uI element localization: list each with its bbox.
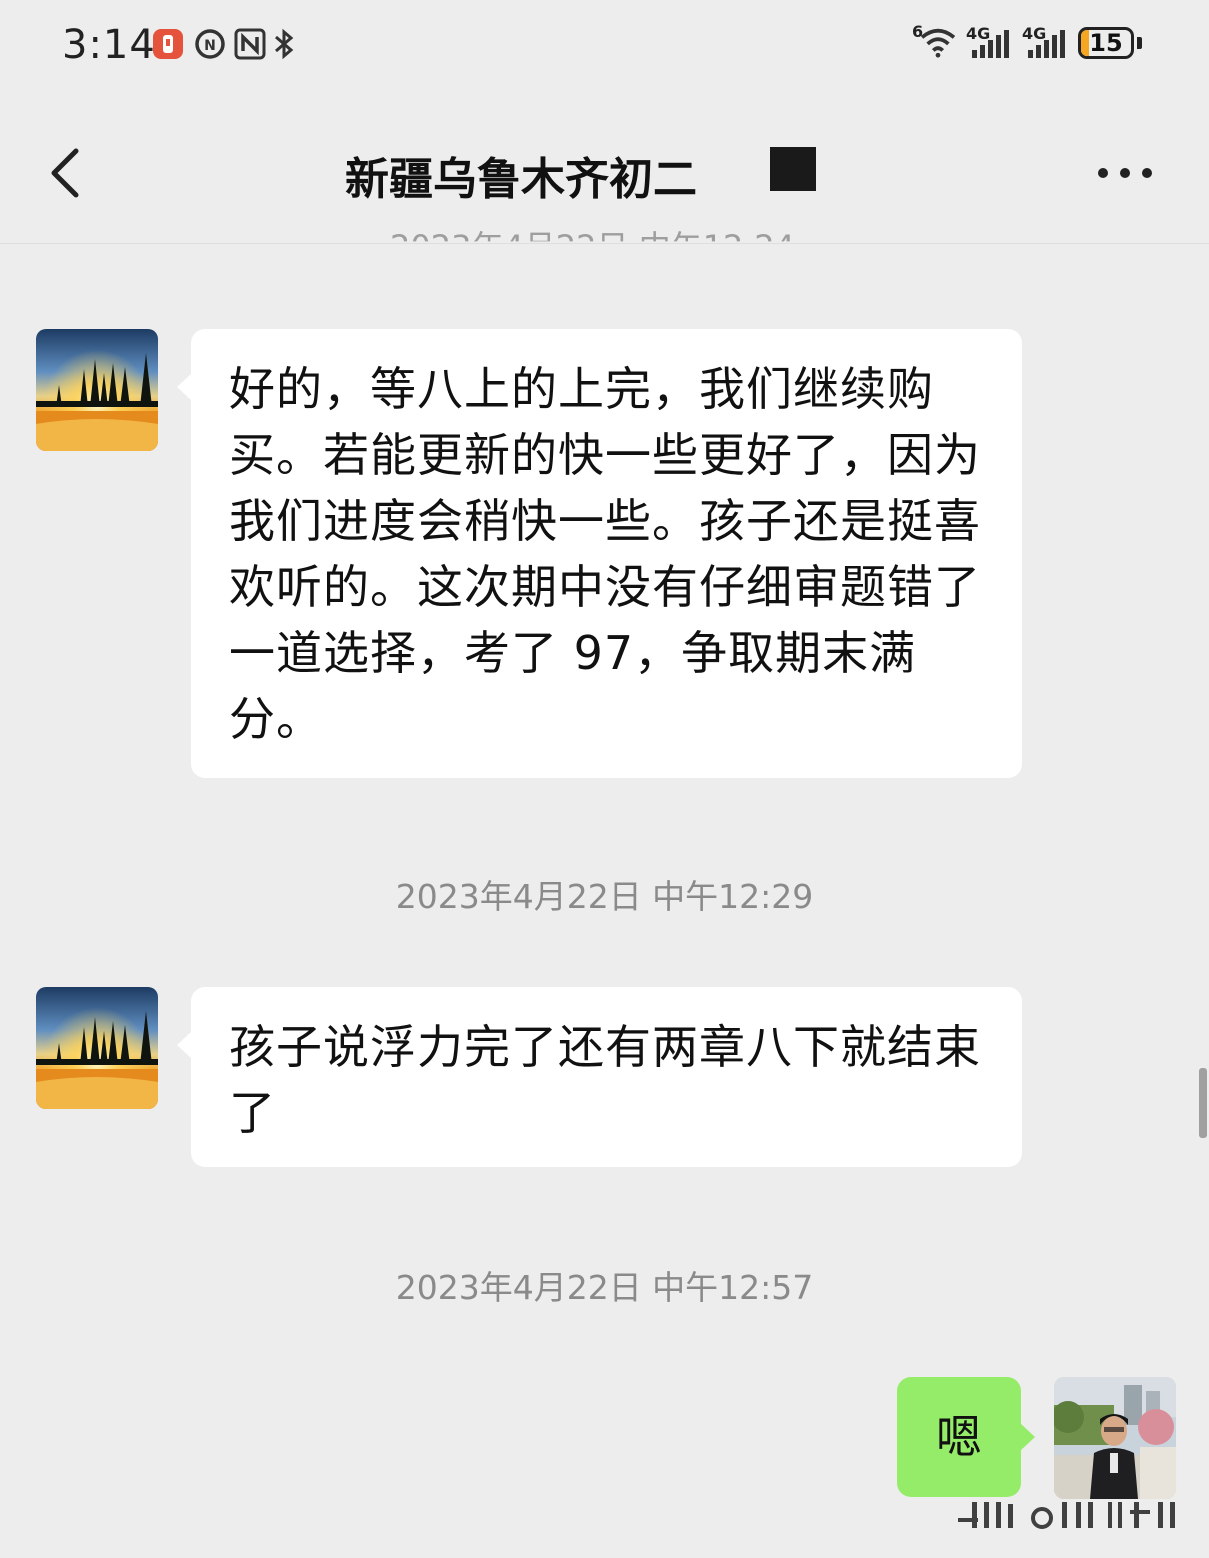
chevron-left-icon[interactable] xyxy=(40,143,100,203)
contact-avatar[interactable] xyxy=(36,329,158,451)
message-text: 嗯 xyxy=(936,1410,982,1464)
nfc-icon xyxy=(234,28,266,60)
svg-text:N: N xyxy=(204,38,216,54)
battery-tip xyxy=(1137,37,1142,49)
redaction-block xyxy=(770,147,816,191)
signal-icon xyxy=(972,30,1009,58)
message-timestamp: 2023年4月22日 中午12:29 xyxy=(395,877,814,916)
watermark-glyph xyxy=(958,1502,1175,1529)
self-avatar[interactable] xyxy=(1054,1377,1176,1499)
more-dots-icon[interactable] xyxy=(1090,155,1160,191)
status-time: 3:14 xyxy=(62,22,156,68)
status-bar: 3:14 N 6 4G 4G 15 xyxy=(0,0,1209,90)
message-timestamp: 2023年4月22日 中午12:57 xyxy=(395,1268,814,1307)
battery-icon: 15 xyxy=(1078,27,1134,59)
battery-level: 15 xyxy=(1089,29,1123,57)
message-text: 好的，等八上的上完，我们继续购买。若能更新的快一些更好了，因为我们进度会稍快一些… xyxy=(229,362,981,746)
message-text: 孩子说浮力完了还有两章八下就结束了 xyxy=(229,1020,981,1140)
incoming-message[interactable]: 孩子说浮力完了还有两章八下就结束了 xyxy=(177,987,1022,1167)
cutoff-timestamp: 2023年4月22日 中午12:24 xyxy=(390,228,795,266)
nfc-ring-icon: N xyxy=(195,29,225,59)
bluetooth-icon xyxy=(275,28,294,60)
wifi-icon xyxy=(920,28,956,58)
incoming-message[interactable]: 好的，等八上的上完，我们继续购买。若能更新的快一些更好了，因为我们进度会稍快一些… xyxy=(177,329,1022,778)
chat-title: 新疆乌鲁木齐初二 xyxy=(345,154,697,205)
signal-icon xyxy=(1028,30,1065,58)
scrollbar[interactable] xyxy=(1199,1068,1207,1138)
notification-badge-icon xyxy=(153,29,183,59)
outgoing-message[interactable]: 嗯 xyxy=(897,1377,1035,1497)
contact-avatar[interactable] xyxy=(36,987,158,1109)
